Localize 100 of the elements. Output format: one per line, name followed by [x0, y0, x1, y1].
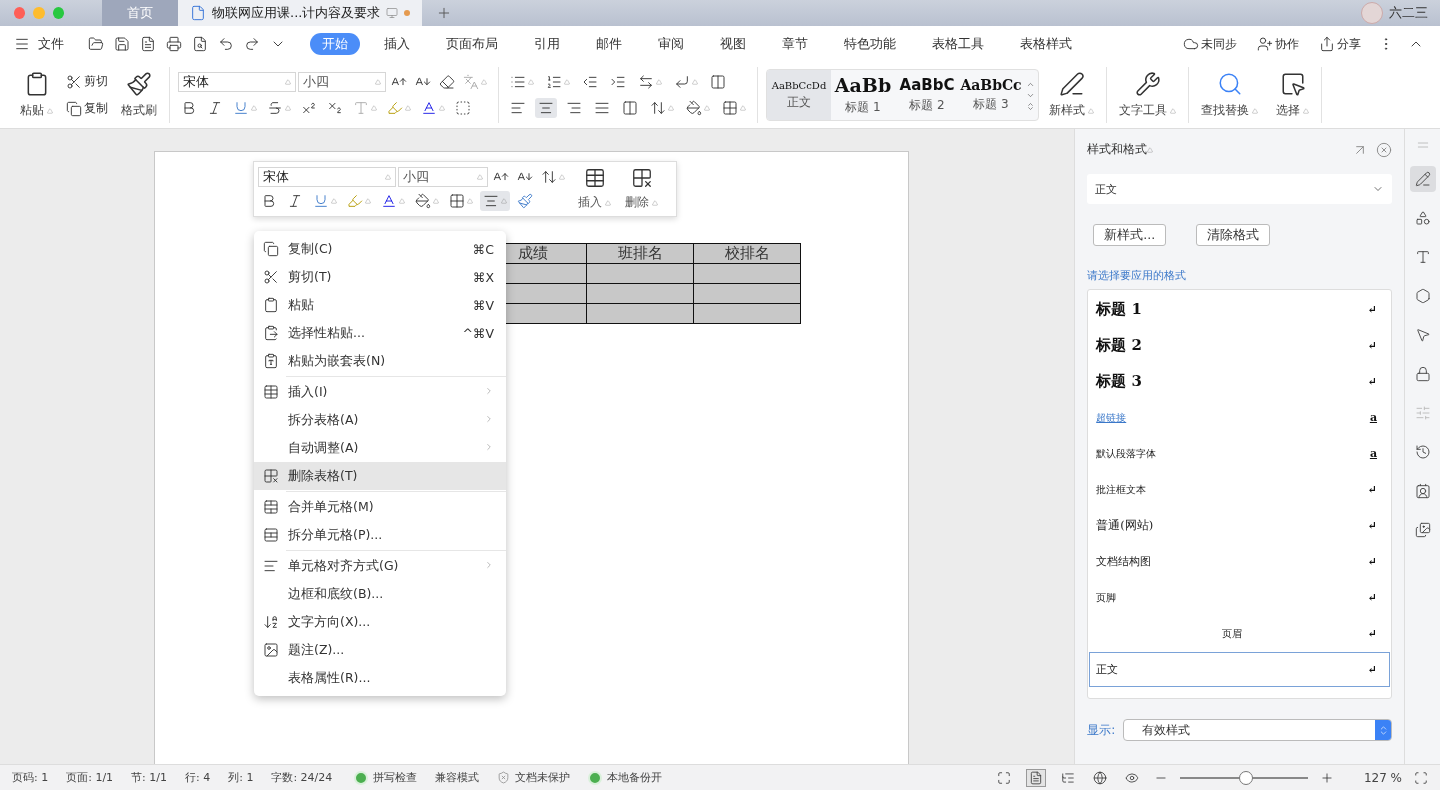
style-item[interactable]: 标题 1 ↵ — [1089, 292, 1390, 327]
copy-icon — [66, 100, 82, 117]
bold-icon — [261, 193, 277, 209]
status-item[interactable]: 拼写检查 — [354, 770, 418, 785]
ribbon-tab[interactable]: 视图 — [708, 33, 758, 55]
menu-item[interactable]: 单元格对齐方式(G) — [254, 552, 506, 580]
distribute-icon — [622, 100, 638, 116]
menu-item[interactable]: 题注(Z)... — [254, 636, 506, 664]
undo-icon[interactable] — [218, 36, 234, 52]
caret-icon — [528, 79, 534, 85]
insert-button[interactable]: 插入 — [574, 165, 615, 213]
copy-button[interactable]: 复制 — [63, 98, 111, 119]
clear-format-button[interactable]: 清除格式 — [1196, 224, 1271, 246]
menu-item[interactable]: 文字方向(X)... — [254, 608, 506, 636]
file-menu[interactable]: 文件 — [38, 35, 64, 53]
font-field[interactable]: 宋体 — [258, 167, 396, 187]
folder-icon[interactable] — [88, 36, 104, 52]
menu-item[interactable]: 拆分表格(A) — [254, 406, 506, 434]
expand-icon[interactable] — [1026, 101, 1035, 111]
status-item[interactable]: 文档未保护 — [497, 770, 571, 785]
style-item[interactable]: 正文 ↵ — [1089, 652, 1390, 687]
style-item[interactable]: 默认段落字体 a — [1089, 436, 1390, 471]
paste-button[interactable]: 粘贴 — [16, 69, 57, 121]
strikethrough-icon — [267, 100, 283, 116]
save-icon[interactable] — [114, 36, 130, 52]
style-item[interactable]: 页脚 ↵ — [1089, 580, 1390, 615]
eye-icon — [1124, 770, 1139, 785]
find-replace-button[interactable]: 查找替换 — [1197, 69, 1262, 121]
menu-icon[interactable] — [14, 36, 30, 52]
status-item[interactable]: 本地备份开 — [588, 770, 663, 785]
page-view-button[interactable] — [1025, 768, 1046, 787]
collaborate-button[interactable]: 协作 — [1254, 33, 1302, 55]
fit-icon[interactable] — [1414, 770, 1428, 785]
align-center-button[interactable] — [535, 98, 557, 118]
font-field[interactable]: 宋体 — [178, 72, 296, 92]
ribbon-tab[interactable]: 插入 — [372, 33, 422, 55]
show-select[interactable]: 有效样式 — [1123, 719, 1392, 741]
new-style-button[interactable]: 新样式 — [1045, 69, 1098, 121]
lock-icon — [1414, 366, 1431, 382]
ribbon-tab[interactable]: 邮件 — [584, 33, 634, 55]
cut-button[interactable]: 剪切 — [63, 71, 111, 92]
share-button[interactable]: 分享 — [1316, 33, 1364, 55]
ribbon-tab[interactable]: 表格工具 — [920, 33, 996, 55]
select-button[interactable]: 选择 — [1272, 69, 1313, 121]
text-tools-button[interactable]: 文字工具 — [1115, 69, 1180, 121]
font-color-icon — [421, 100, 437, 116]
window-tab[interactable]: 物联网应用课...计内容及要求 — [178, 0, 423, 26]
style-item[interactable]: 批注框文本 ↵ — [1089, 472, 1390, 507]
align-center-button[interactable] — [480, 191, 510, 211]
caret-icon — [656, 79, 662, 85]
menu-item[interactable]: 删除表格(T) — [254, 462, 506, 490]
pointer-icon — [1414, 327, 1431, 343]
shortcut-text: ⌘V — [472, 297, 494, 313]
style-preset[interactable]: AaBbCc 标题 3 — [959, 70, 1023, 120]
pdf-icon[interactable] — [140, 36, 156, 52]
style-preset[interactable]: AaBbC 标题 2 — [895, 70, 959, 120]
style-preset[interactable]: AaBbCcDd 正文 — [767, 70, 831, 120]
style-item[interactable]: 普通(网站) ↵ — [1089, 508, 1390, 543]
current-style-field[interactable]: 正文 — [1087, 174, 1392, 204]
format-painter-button[interactable]: 格式刷 — [117, 69, 161, 121]
menu-item[interactable]: 粘贴 ⌘V — [254, 291, 506, 319]
table-icon — [263, 384, 279, 400]
align-right-icon — [566, 100, 582, 116]
ribbon-tab[interactable]: 引用 — [522, 33, 572, 55]
menu-item[interactable]: 自动调整(A) — [254, 434, 506, 462]
menu-item[interactable]: 剪切(T) ⌘X — [254, 263, 506, 291]
menu-item[interactable]: 合并单元格(M) — [254, 493, 506, 521]
style-item[interactable]: 文档结构图 ↵ — [1089, 544, 1390, 579]
style-item[interactable]: 页眉 ↵ — [1089, 616, 1390, 651]
ribbon-tab[interactable]: 特色功能 — [832, 33, 908, 55]
redo-icon[interactable] — [244, 36, 260, 52]
menu-item[interactable]: 插入(I) — [254, 378, 506, 406]
ribbon-tab[interactable]: 章节 — [770, 33, 820, 55]
pen-button[interactable] — [1409, 166, 1436, 192]
print-icon[interactable] — [166, 36, 182, 52]
new-style-button[interactable]: 新样式... — [1093, 224, 1167, 246]
preview-icon[interactable] — [192, 36, 208, 52]
text-direction-icon — [263, 614, 279, 630]
ribbon-tab[interactable]: 页面布局 — [434, 33, 510, 55]
style-item[interactable]: 标题 2 ↵ — [1089, 328, 1390, 363]
font-size-field[interactable]: 小四 — [298, 72, 386, 92]
style-item[interactable]: 标题 3 ↵ — [1089, 364, 1390, 399]
menu-item[interactable]: 表格属性(R)... — [254, 664, 506, 692]
underline-icon — [233, 100, 249, 116]
panel-title: 样式和格式 — [1087, 141, 1148, 158]
delete-button[interactable]: 删除 — [621, 165, 662, 213]
style-item[interactable]: 超链接 a — [1089, 400, 1390, 435]
style-preset[interactable]: AaBb 标题 1 — [831, 70, 895, 120]
font-size-field[interactable]: 小四 — [398, 167, 488, 187]
sync-button[interactable]: 未同步 — [1180, 33, 1240, 55]
menu-item[interactable]: 粘贴为嵌套表(N) — [254, 347, 506, 375]
zoom-thumb[interactable] — [1239, 770, 1254, 785]
hexagon-icon — [1414, 288, 1431, 304]
character-border-icon — [455, 100, 471, 116]
menu-item[interactable]: 选择性粘贴... ^⌘V — [254, 319, 506, 347]
ribbon-tab[interactable]: 审阅 — [646, 33, 696, 55]
close-icon[interactable] — [1376, 141, 1392, 158]
menu-item[interactable]: 拆分单元格(P)... — [254, 521, 506, 549]
ribbon-tab[interactable]: 表格样式 — [1008, 33, 1084, 55]
menu-item[interactable]: 边框和底纹(B)... — [254, 580, 506, 608]
